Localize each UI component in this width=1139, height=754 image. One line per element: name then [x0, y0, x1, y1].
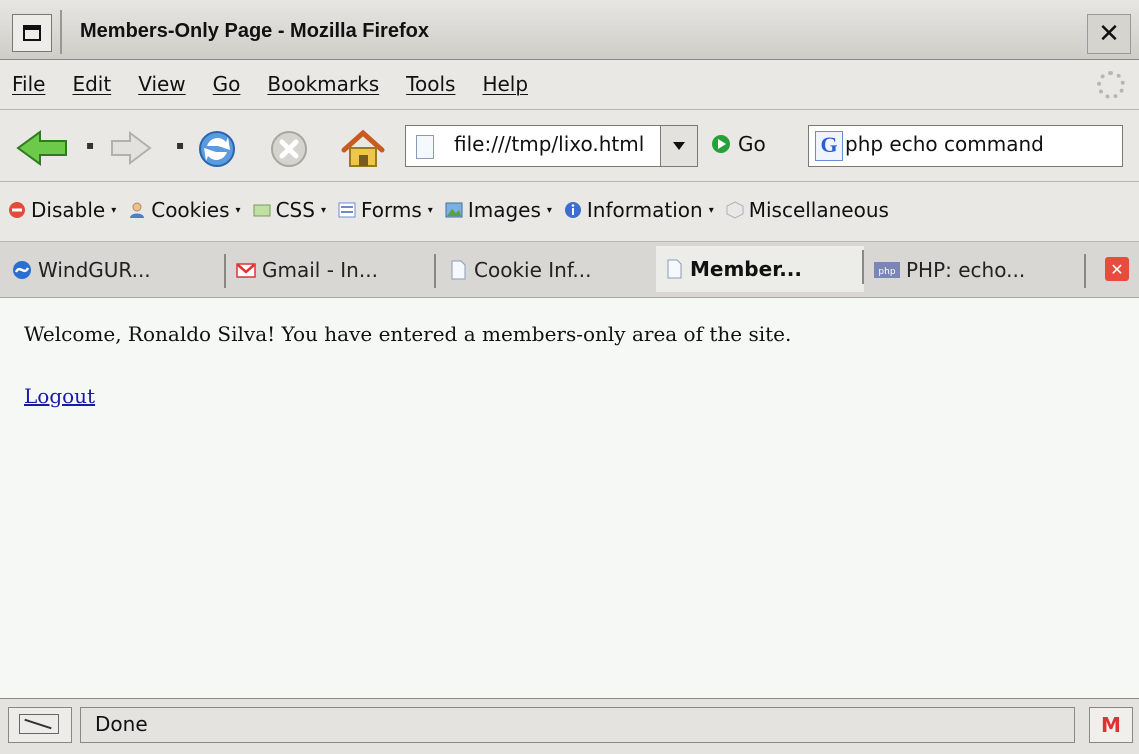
search-input[interactable]: php echo command: [845, 132, 1044, 156]
tab-gmail[interactable]: Gmail - In...: [228, 250, 436, 290]
web-developer-toolbar: Disable ▾ Cookies ▾ CSS ▾ Forms ▾ Images ▾ In…: [0, 182, 1139, 242]
back-history-dropdown-icon[interactable]: ▪: [86, 138, 94, 152]
svg-text:php: php: [878, 267, 895, 277]
tab-separator: [224, 254, 226, 288]
go-button[interactable]: Go: [712, 132, 766, 156]
close-tab-icon[interactable]: ✕: [1105, 257, 1129, 281]
title-separator: [60, 10, 62, 54]
tab-separator: [434, 254, 436, 288]
webdev-forms-label: Forms: [360, 198, 422, 222]
webdev-miscellaneous-menu[interactable]: Miscellaneous: [726, 198, 889, 222]
window-title: Members-Only Page - Mozilla Firefox: [80, 20, 429, 42]
tab-label: Gmail - In...: [262, 258, 378, 282]
page-content: Welcome, Ronaldo Silva! You have entered…: [0, 298, 1139, 698]
window-close-button[interactable]: ✕: [1087, 14, 1131, 54]
gmail-notifier-icon[interactable]: M: [1089, 707, 1133, 743]
forward-history-dropdown-icon[interactable]: ▪: [176, 138, 184, 152]
miscellaneous-icon: [726, 201, 744, 219]
page-icon: [451, 260, 466, 280]
go-arrow-icon: [712, 135, 730, 153]
webdev-information-label: Information: [586, 198, 703, 222]
navigation-toolbar: ▪ ▪ file:///tmp/lixo.html Go G php echo …: [0, 110, 1139, 182]
webdev-images-menu[interactable]: Images ▾: [445, 198, 552, 222]
chevron-down-icon: ▾: [111, 204, 117, 216]
web-developer-edit-icon[interactable]: [8, 707, 72, 743]
tab-separator: [862, 250, 864, 284]
window-title-bar: Members-Only Page - Mozilla Firefox ✕: [0, 0, 1139, 60]
information-icon: [564, 202, 581, 218]
tab-label: WindGUR...: [38, 258, 151, 282]
home-icon[interactable]: [340, 128, 386, 170]
go-label: Go: [738, 132, 766, 156]
tab-members-only[interactable]: Member...: [656, 246, 864, 292]
tab-label: PHP: echo...: [906, 258, 1026, 282]
css-icon: [253, 204, 271, 217]
forward-arrow-icon[interactable]: [106, 128, 156, 168]
tab-label: Member...: [690, 257, 802, 281]
webdev-information-menu[interactable]: Information ▾: [564, 198, 714, 222]
menu-view[interactable]: View: [138, 72, 185, 96]
reload-icon[interactable]: [194, 128, 240, 170]
tab-windguru[interactable]: WindGUR...: [4, 250, 226, 290]
chevron-down-icon: ▾: [546, 204, 552, 216]
url-text[interactable]: file:///tmp/lixo.html: [454, 132, 650, 156]
webdev-miscellaneous-label: Miscellaneous: [748, 198, 889, 222]
page-icon: [667, 259, 682, 279]
menu-help[interactable]: Help: [482, 72, 528, 96]
webdev-cookies-menu[interactable]: Cookies ▾: [128, 198, 241, 222]
cookies-user-icon: [130, 202, 145, 218]
url-history-dropdown-button[interactable]: [660, 126, 697, 166]
menu-edit[interactable]: Edit: [72, 72, 111, 96]
webdev-forms-menu[interactable]: Forms ▾: [338, 198, 433, 222]
status-text: Done: [80, 707, 1075, 743]
chevron-down-icon: ▾: [708, 204, 714, 216]
webdev-css-label: CSS: [275, 198, 315, 222]
gmail-icon: [236, 263, 256, 278]
window-icon: [23, 25, 41, 41]
menu-bar: File Edit View Go Bookmarks Tools Help: [0, 60, 1139, 110]
tab-cookie-info[interactable]: Cookie Inf...: [440, 250, 650, 290]
webdev-disable-label: Disable: [31, 198, 106, 222]
menu-file[interactable]: File: [12, 72, 45, 96]
menu-tools[interactable]: Tools: [406, 72, 455, 96]
windguru-icon: [13, 261, 31, 279]
menu-go[interactable]: Go: [213, 72, 241, 96]
chevron-down-icon: ▾: [235, 204, 241, 216]
images-icon: [445, 202, 463, 218]
tab-bar: WindGUR... Gmail - In... Cookie Inf... M…: [0, 242, 1139, 298]
webdev-cookies-label: Cookies: [151, 198, 230, 222]
php-icon: php: [874, 262, 900, 278]
chevron-down-icon: ▾: [320, 204, 326, 216]
back-arrow-icon[interactable]: [14, 128, 76, 168]
welcome-message: Welcome, Ronaldo Silva! You have entered…: [24, 322, 792, 346]
tab-php-echo[interactable]: php PHP: echo...: [866, 250, 1086, 290]
page-proxy-icon: [416, 135, 434, 159]
stop-icon[interactable]: [268, 128, 310, 170]
menu-bookmarks[interactable]: Bookmarks: [267, 72, 379, 96]
logout-link[interactable]: Logout: [24, 384, 95, 408]
chevron-down-icon: [673, 142, 685, 150]
url-bar[interactable]: file:///tmp/lixo.html: [405, 125, 698, 167]
webdev-css-menu[interactable]: CSS ▾: [253, 198, 326, 222]
throbber-icon: [1097, 71, 1125, 99]
forms-icon: [338, 202, 356, 218]
tab-separator: [1084, 254, 1086, 288]
webdev-images-label: Images: [467, 198, 541, 222]
search-box[interactable]: G php echo command: [808, 125, 1123, 167]
disable-icon: [9, 202, 25, 218]
chevron-down-icon: ▾: [427, 204, 433, 216]
webdev-disable-menu[interactable]: Disable ▾: [8, 198, 116, 222]
window-menu-button[interactable]: [12, 14, 52, 52]
status-bar: Done M: [0, 698, 1139, 754]
search-engine-google-icon[interactable]: G: [815, 131, 843, 161]
tab-label: Cookie Inf...: [474, 258, 592, 282]
